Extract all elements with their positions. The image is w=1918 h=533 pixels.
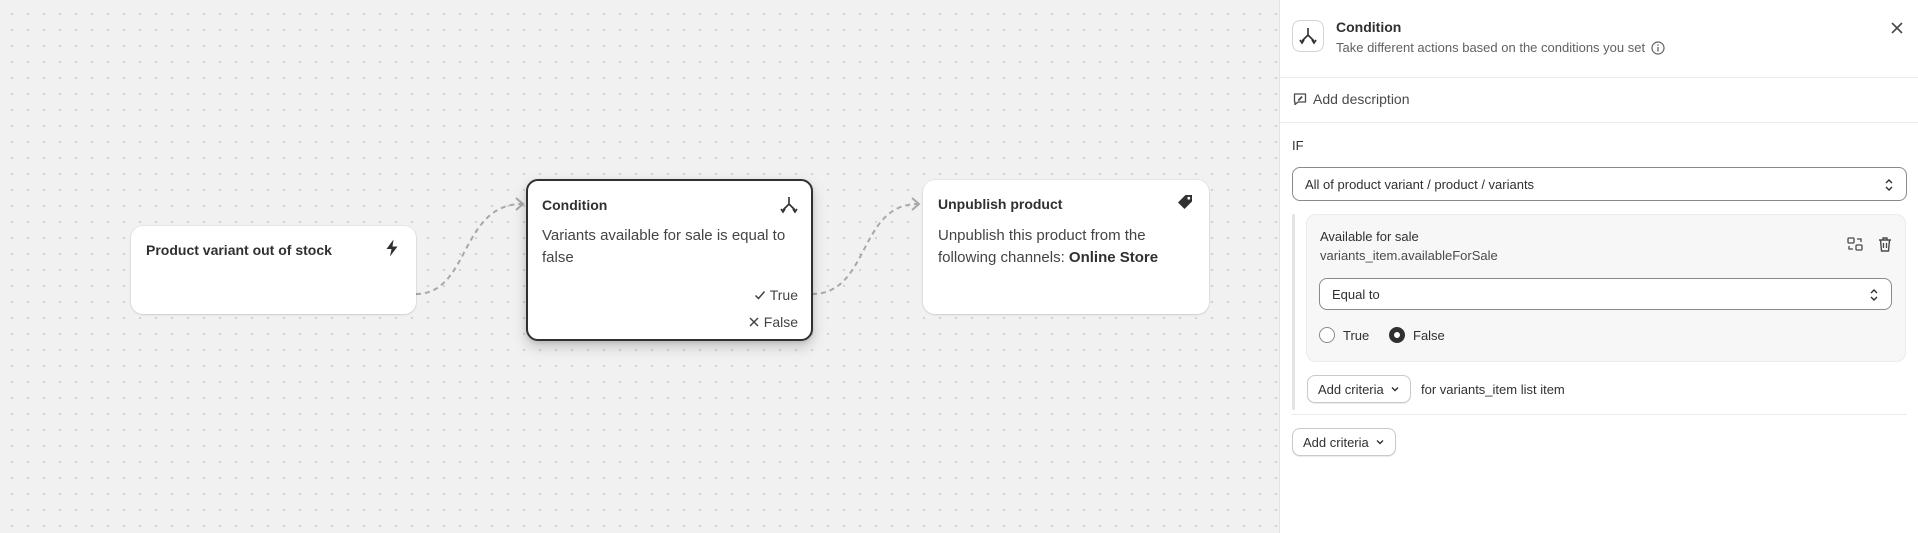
add-criteria-outer-label: Add criteria	[1303, 434, 1369, 450]
radio-true[interactable]: True	[1319, 327, 1369, 343]
true-label: True	[769, 287, 798, 303]
action-node[interactable]: Unpublish product Unpublish this product…	[923, 180, 1209, 314]
radio-false[interactable]: False	[1389, 327, 1445, 343]
panel-branch-icon	[1292, 20, 1324, 52]
close-icon[interactable]	[1887, 18, 1907, 38]
condition-false-outcome: False	[748, 314, 798, 330]
condition-true-outcome: True	[754, 287, 798, 303]
connector-condition-to-action	[811, 203, 919, 295]
select-chevrons-icon	[1870, 289, 1878, 301]
trigger-title: Product variant out of stock	[146, 242, 332, 258]
radio-false-label: False	[1413, 327, 1445, 343]
add-criteria-inner-suffix: for variants_item list item	[1421, 382, 1565, 397]
branch-icon	[780, 197, 798, 214]
radio-true-label: True	[1343, 327, 1370, 343]
lightning-bolt-icon	[386, 239, 398, 257]
criteria-card: Available for sale variants_item.availab…	[1306, 214, 1906, 362]
info-icon[interactable]	[1651, 40, 1665, 55]
x-icon	[749, 317, 759, 327]
scope-select-value: All of product variant / product / varia…	[1305, 176, 1535, 192]
workflow-canvas[interactable]: Product variant out of stock Condition V…	[0, 0, 1279, 533]
scope-select[interactable]: All of product variant / product / varia…	[1292, 167, 1907, 201]
add-description-button[interactable]: Add description	[1292, 91, 1410, 107]
chevron-down-icon	[1391, 387, 1399, 392]
add-description-label: Add description	[1313, 91, 1410, 107]
divider	[1292, 414, 1907, 415]
condition-summary: Variants available for sale is equal to …	[542, 227, 786, 266]
action-summary: Unpublish this product from the followin…	[938, 225, 1198, 269]
panel-subtitle-text: Take different actions based on the cond…	[1336, 40, 1646, 55]
swap-variable-icon[interactable]	[1845, 234, 1865, 254]
panel-header: Condition Take different actions based o…	[1280, 0, 1918, 78]
panel-subtitle: Take different actions based on the cond…	[1336, 40, 1665, 55]
radio-false-circle[interactable]	[1389, 327, 1405, 343]
action-title: Unpublish product	[938, 196, 1063, 212]
condition-node[interactable]: Condition Variants available for sale is…	[526, 179, 813, 341]
trigger-node[interactable]: Product variant out of stock	[131, 226, 416, 314]
operator-select[interactable]: Equal to	[1319, 278, 1892, 310]
add-criteria-inner-label: Add criteria	[1318, 381, 1384, 397]
operator-select-value: Equal to	[1332, 286, 1380, 302]
radio-true-circle[interactable]	[1319, 327, 1335, 343]
check-icon	[754, 291, 765, 300]
divider	[1280, 122, 1918, 123]
connector-trigger-to-condition	[415, 203, 523, 295]
add-criteria-inner-button[interactable]: Add criteria	[1307, 375, 1411, 403]
criteria-label: Available for sale	[1320, 229, 1419, 244]
if-label: IF	[1292, 138, 1304, 153]
select-chevrons-icon	[1885, 179, 1893, 191]
comment-edit-icon	[1293, 93, 1307, 106]
condition-title: Condition	[542, 197, 608, 213]
channel-name: Online Store	[1068, 249, 1159, 266]
condition-panel: Condition Take different actions based o…	[1279, 0, 1918, 533]
false-label: False	[763, 314, 798, 330]
criteria-variable: variants_item.availableForSale	[1320, 248, 1498, 263]
chevron-down-icon	[1376, 440, 1384, 445]
add-criteria-outer-button[interactable]: Add criteria	[1292, 428, 1396, 456]
delete-icon[interactable]	[1875, 234, 1895, 254]
tag-icon	[1178, 195, 1192, 209]
panel-title: Condition	[1336, 19, 1402, 35]
criteria-group-bar	[1292, 214, 1295, 410]
